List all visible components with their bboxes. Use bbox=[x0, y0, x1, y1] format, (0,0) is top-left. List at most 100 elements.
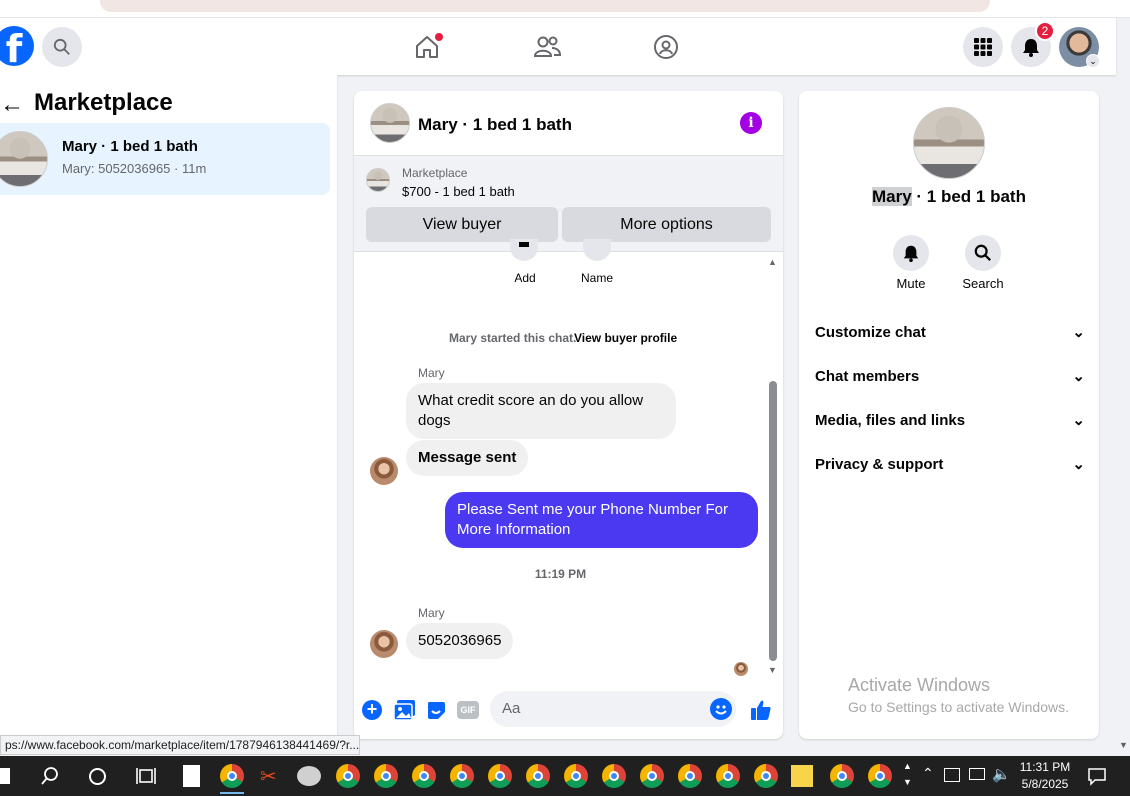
incoming-message[interactable]: Message sent bbox=[406, 440, 529, 476]
sender-avatar[interactable] bbox=[370, 630, 398, 658]
notification-center-icon[interactable] bbox=[1087, 766, 1107, 786]
incoming-message[interactable]: 5052036965 bbox=[406, 623, 514, 659]
search-button[interactable] bbox=[42, 27, 82, 67]
emoji-icon[interactable] bbox=[710, 698, 732, 720]
network-icon[interactable] bbox=[969, 768, 985, 780]
scroll-up-icon[interactable]: ▲ bbox=[768, 257, 777, 267]
details-title: Mary · 1 bed 1 bath bbox=[799, 187, 1099, 207]
sender-name: Mary bbox=[418, 366, 445, 380]
view-buyer-profile-link[interactable]: View buyer profile bbox=[574, 331, 677, 345]
media-files-links-row[interactable]: Media, files and links ⌄ bbox=[815, 411, 1085, 430]
customize-chat-row[interactable]: Customize chat ⌄ bbox=[815, 323, 1085, 342]
friends-tab[interactable] bbox=[527, 27, 567, 67]
chrome-icon[interactable] bbox=[374, 764, 398, 788]
search-label: Search bbox=[962, 276, 1004, 291]
composer: + GIF Aa bbox=[354, 683, 783, 739]
search-icon bbox=[974, 244, 991, 261]
chrome-icon[interactable] bbox=[488, 764, 512, 788]
chrome-icon[interactable] bbox=[754, 764, 778, 788]
privacy-support-row[interactable]: Privacy & support ⌄ bbox=[815, 455, 1085, 474]
menu-button[interactable] bbox=[963, 27, 1003, 67]
plus-icon[interactable]: + bbox=[362, 700, 382, 720]
security-icon[interactable] bbox=[944, 768, 960, 782]
chrome-icon[interactable] bbox=[412, 764, 436, 788]
name-action-icon[interactable] bbox=[583, 239, 611, 261]
incoming-message[interactable]: What credit score an do you allow dogs bbox=[406, 383, 676, 439]
chrome-icon[interactable] bbox=[450, 764, 474, 788]
chat-header-title[interactable]: Mary · 1 bed 1 bath bbox=[418, 115, 572, 135]
chrome-icon[interactable] bbox=[526, 764, 550, 788]
address-bar[interactable] bbox=[100, 0, 990, 12]
section-label: Chat members bbox=[815, 367, 920, 385]
info-icon[interactable]: i bbox=[740, 112, 762, 134]
mute-button[interactable] bbox=[893, 235, 929, 271]
chevron-down-icon: ⌄ bbox=[1072, 368, 1085, 385]
back-arrow-icon[interactable]: ← bbox=[0, 91, 24, 119]
groups-tab[interactable] bbox=[646, 27, 686, 67]
thumbs-up-icon[interactable] bbox=[750, 699, 772, 721]
outgoing-message[interactable]: Please Sent me your Phone Number For Mor… bbox=[445, 492, 758, 548]
chat-header-avatar[interactable] bbox=[370, 103, 410, 143]
bell-icon bbox=[1023, 39, 1039, 57]
search-icon[interactable] bbox=[40, 766, 60, 786]
sender-avatar[interactable] bbox=[370, 457, 398, 485]
chrome-icon[interactable] bbox=[602, 764, 626, 788]
sticker-icon[interactable] bbox=[426, 700, 446, 720]
search-in-chat-button[interactable] bbox=[965, 235, 1001, 271]
chat-members-row[interactable]: Chat members ⌄ bbox=[815, 367, 1085, 386]
conversation-list-pane: ← Marketplace Mary · 1 bed 1 bath Mary: … bbox=[0, 75, 338, 755]
details-avatar[interactable] bbox=[913, 107, 985, 179]
view-buyer-button[interactable]: View buyer bbox=[366, 207, 558, 242]
sender-name: Mary bbox=[418, 606, 445, 620]
task-view-icon[interactable] bbox=[136, 766, 156, 786]
sticky-notes-icon[interactable] bbox=[791, 765, 813, 787]
chrome-icon[interactable] bbox=[336, 764, 360, 788]
volume-icon[interactable]: 🔈 bbox=[992, 765, 1011, 783]
account-chevron-icon[interactable]: ⌄ bbox=[1086, 54, 1100, 68]
chrome-icon[interactable] bbox=[640, 764, 664, 788]
section-label: Privacy & support bbox=[815, 455, 944, 473]
start-icon[interactable] bbox=[0, 768, 10, 784]
conversation-title: Mary · 1 bed 1 bath bbox=[62, 138, 198, 155]
chrome-icon[interactable] bbox=[678, 764, 702, 788]
page-title: Marketplace bbox=[34, 89, 173, 116]
chrome-icon[interactable] bbox=[564, 764, 588, 788]
message-input[interactable]: Aa bbox=[490, 691, 736, 727]
photo-icon[interactable] bbox=[394, 700, 416, 720]
message-timestamp: 11:19 PM bbox=[534, 567, 587, 581]
clock-date: 5/8/2025 bbox=[1021, 777, 1069, 791]
page-scroll-down-icon[interactable]: ▼ bbox=[1119, 740, 1128, 750]
paint-icon[interactable] bbox=[297, 766, 321, 786]
file-icon[interactable] bbox=[183, 765, 200, 787]
cortana-icon[interactable] bbox=[89, 768, 106, 785]
top-navigation: f 2 ⌄ bbox=[0, 18, 1116, 75]
chrome-icon[interactable] bbox=[716, 764, 740, 788]
clock[interactable]: 11:31 PM 5/8/2025 bbox=[1014, 759, 1076, 793]
conversation-preview: Mary: 5052036965 · 11m bbox=[62, 161, 207, 176]
notification-badge: 2 bbox=[1035, 21, 1055, 41]
conversation-item[interactable]: Mary · 1 bed 1 bath Mary: 5052036965 · 1… bbox=[0, 123, 330, 195]
section-label: Customize chat bbox=[815, 323, 926, 341]
section-label: Media, files and links bbox=[815, 411, 966, 429]
home-tab[interactable] bbox=[407, 27, 447, 67]
chrome-icon[interactable] bbox=[830, 764, 854, 788]
active-app-indicator bbox=[220, 792, 244, 794]
scrollbar-thumb[interactable] bbox=[769, 381, 777, 661]
chrome-icon[interactable] bbox=[220, 764, 244, 788]
facebook-logo[interactable]: f bbox=[0, 26, 34, 71]
show-hidden-icons-icon[interactable]: ⌃ bbox=[922, 765, 934, 782]
conversation-avatar bbox=[0, 131, 48, 187]
details-title-rest: · 1 bed 1 bath bbox=[911, 187, 1026, 206]
chrome-icon[interactable] bbox=[868, 764, 892, 788]
gif-icon[interactable]: GIF bbox=[457, 701, 479, 719]
more-options-button[interactable]: More options bbox=[562, 207, 771, 242]
snipping-tool-icon[interactable]: ✂ bbox=[260, 764, 278, 788]
listing-summary: $700 - 1 bed 1 bath bbox=[402, 184, 515, 199]
chevron-down-icon: ⌄ bbox=[1072, 456, 1085, 473]
chevron-down-icon: ⌄ bbox=[1072, 412, 1085, 429]
scroll-down-icon[interactable]: ▼ bbox=[768, 665, 777, 675]
add-action-icon[interactable] bbox=[510, 239, 538, 261]
browser-toolbar bbox=[0, 0, 1130, 18]
taskbar-scroll-icon[interactable]: ▲ ▼ bbox=[903, 758, 912, 790]
status-url-tooltip: ps://www.facebook.com/marketplace/item/1… bbox=[0, 735, 360, 755]
